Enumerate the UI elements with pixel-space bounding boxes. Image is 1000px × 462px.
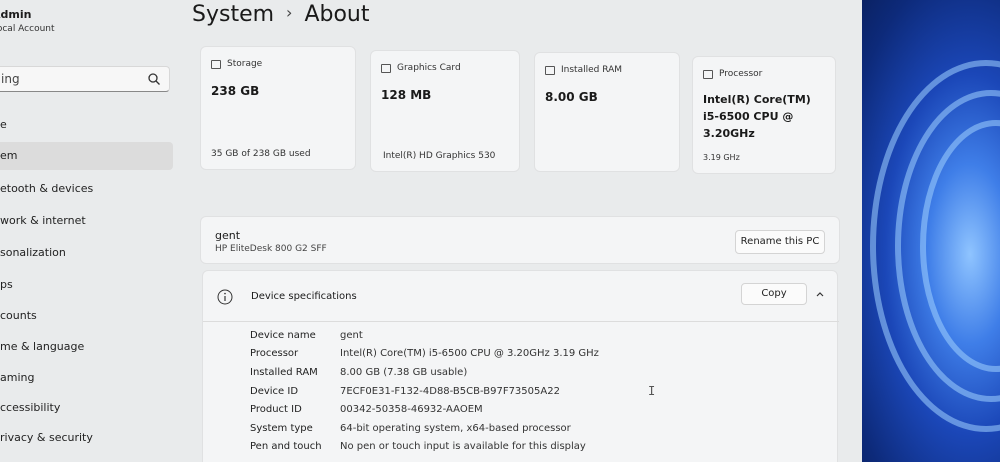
spec-value: No pen or touch input is available for t… — [340, 441, 586, 452]
device-name: gent — [215, 229, 241, 242]
search-input[interactable]: ing — [1, 72, 20, 86]
info-icon — [217, 289, 233, 305]
page-title: About — [304, 2, 370, 27]
sidebar-item[interactable]: etooth & devices — [0, 175, 173, 203]
sidebar-item[interactable]: em — [0, 142, 173, 170]
search-box[interactable]: ing — [0, 66, 170, 92]
spec-value: 7ECF0E31-F132-4D88-B5CB-B97F73505A22 — [340, 386, 560, 397]
card-title: Graphics Card — [397, 63, 461, 73]
installed-ram-card[interactable]: Installed RAM 8.00 GB — [534, 52, 680, 172]
spec-key: Pen and touch — [250, 441, 322, 452]
sidebar-item[interactable]: rivacy & security — [0, 424, 173, 452]
spec-value: 8.00 GB (7.38 GB usable) — [340, 367, 468, 378]
device-model: HP EliteDesk 800 G2 SFF — [215, 244, 327, 254]
rename-pc-button[interactable]: Rename this PC — [735, 230, 825, 254]
specs-title: Device specifications — [251, 291, 357, 302]
chevron-right-icon: › — [286, 3, 293, 22]
search-icon — [148, 73, 160, 85]
desktop-wallpaper — [850, 0, 1000, 462]
specs-header[interactable]: Device specifications Copy — [203, 271, 839, 321]
account-name: Admin — [0, 8, 32, 21]
sidebar-item[interactable]: ps — [0, 271, 173, 299]
spec-key: Device ID — [250, 386, 299, 397]
copy-button[interactable]: Copy — [741, 283, 807, 305]
sidebar-item[interactable]: counts — [0, 302, 173, 330]
specs-divider — [203, 321, 839, 322]
spec-value: 00342-50358-46932-AAOEM — [340, 404, 483, 415]
sidebar-item[interactable]: sonalization — [0, 239, 173, 267]
card-value: Intel(R) Core(TM) i5-6500 CPU @ 3.20GHz — [703, 93, 811, 140]
breadcrumb: System › About — [192, 2, 370, 27]
sidebar-item[interactable]: me & language — [0, 333, 173, 361]
card-value: 8.00 GB — [545, 90, 598, 104]
card-value: 238 GB — [211, 84, 260, 98]
chevron-up-icon[interactable] — [815, 289, 825, 299]
spec-key: Installed RAM — [250, 367, 318, 378]
ram-icon — [545, 65, 555, 75]
graphics-card-icon — [381, 63, 391, 73]
spec-key: System type — [250, 423, 313, 434]
sidebar-item[interactable]: e — [0, 111, 173, 139]
account-type: Local Account — [0, 24, 55, 34]
card-title: Storage — [227, 59, 263, 69]
storage-icon — [211, 59, 221, 69]
graphics-card-card[interactable]: Graphics Card 128 MB Intel(R) HD Graphic… — [370, 50, 520, 172]
sidebar-item[interactable]: work & internet — [0, 207, 173, 235]
settings-window: Admin Local Account ing e em etooth & devi… — [0, 0, 862, 462]
storage-card[interactable]: Storage 238 GB 35 GB of 238 GB used — [200, 46, 356, 170]
text-cursor-icon: I — [648, 384, 656, 398]
processor-card[interactable]: Processor Intel(R) Core(TM) i5-6500 CPU … — [692, 56, 836, 174]
spec-value: Intel(R) Core(TM) i5-6500 CPU @ 3.20GHz … — [340, 348, 599, 359]
breadcrumb-section[interactable]: System — [192, 2, 274, 27]
processor-icon — [703, 69, 713, 79]
device-name-panel: gent HP EliteDesk 800 G2 SFF Rename this… — [200, 216, 840, 264]
spec-value: gent — [340, 330, 363, 341]
spec-key: Product ID — [250, 404, 302, 415]
card-sub: Intel(R) HD Graphics 530 — [383, 151, 496, 161]
card-value: 128 MB — [381, 88, 432, 102]
card-title: Installed RAM — [561, 65, 623, 75]
sidebar-item[interactable]: aming — [0, 364, 173, 392]
spec-value: 64-bit operating system, x64-based proce… — [340, 423, 571, 434]
card-title: Processor — [719, 69, 763, 79]
card-sub: 35 GB of 238 GB used — [211, 149, 311, 159]
card-sub: 3.19 GHz — [703, 153, 740, 162]
spec-key: Device name — [250, 330, 316, 341]
spec-key: Processor — [250, 348, 299, 359]
sidebar-item[interactable]: ccessibility — [0, 394, 173, 422]
